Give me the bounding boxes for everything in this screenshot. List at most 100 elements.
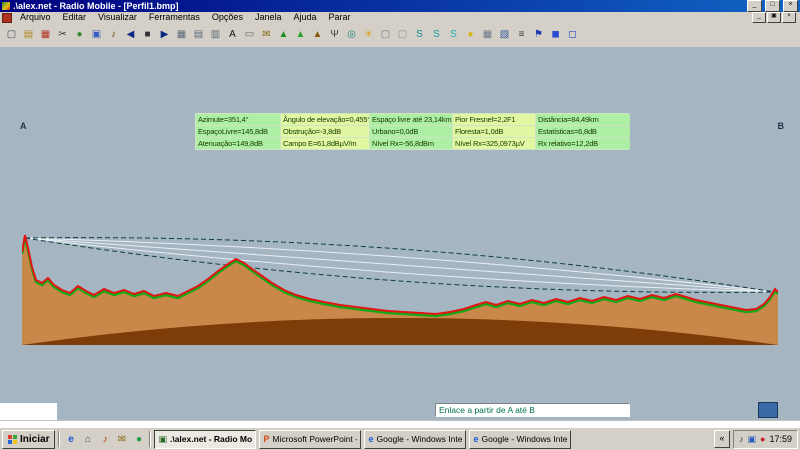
menu-item[interactable]: Janela xyxy=(249,12,288,23)
stat-e-field: Campo E=61,8dBµV/m xyxy=(281,138,369,149)
matrix-icon[interactable]: ▦ xyxy=(479,25,496,45)
nav-stop-icon[interactable]: ■ xyxy=(139,25,156,45)
taskbar-clock[interactable]: 17:59 xyxy=(769,434,792,444)
new-file-icon[interactable]: ▢ xyxy=(3,25,20,45)
page-copy-icon[interactable]: ▢ xyxy=(394,25,411,45)
volume-icon[interactable]: ♪ xyxy=(739,434,744,445)
stat-distance: Distância=84,49km xyxy=(536,114,630,125)
task-button-google-1[interactable]: e Google - Windows Intern... xyxy=(364,430,466,449)
map-relief-icon[interactable]: ▲ xyxy=(292,25,309,45)
route-3-icon[interactable]: S xyxy=(445,25,462,45)
outlook-icon[interactable]: ✉ xyxy=(114,432,129,447)
task-button-google-2[interactable]: e Google - Windows Intern... xyxy=(469,430,571,449)
task-label: Microsoft PowerPoint - [... xyxy=(272,434,357,444)
mail-icon[interactable]: ✉ xyxy=(258,25,275,45)
menu-item[interactable]: Editar xyxy=(57,12,93,23)
sun-icon[interactable]: ☀ xyxy=(360,25,377,45)
windows-logo-icon xyxy=(8,435,17,444)
stat-elevation: Ângulo de elevação=0,455° xyxy=(281,114,369,125)
child-restore-button[interactable]: ▣ xyxy=(767,12,781,23)
child-window-icon xyxy=(2,13,12,23)
globe-icon[interactable]: ● xyxy=(71,25,88,45)
task-button-powerpoint[interactable]: P Microsoft PowerPoint - [... xyxy=(259,430,361,449)
start-label: Iniciar xyxy=(20,434,49,445)
show-desktop-icon[interactable]: ⌂ xyxy=(80,432,95,447)
open-folder-icon[interactable]: ▤ xyxy=(20,25,37,45)
fresnel-zone-lines xyxy=(25,238,775,292)
map-green-icon[interactable]: ▲ xyxy=(275,25,292,45)
status-left-panel xyxy=(0,403,57,420)
minimize-button[interactable]: _ xyxy=(747,0,762,12)
stat-rx-level-uv: Nível Rx=325,0973µV xyxy=(453,138,535,149)
window-title: .\alex.net - Radio Mobile - [Perfil1.bmp… xyxy=(13,0,744,12)
route-1-icon[interactable]: S xyxy=(411,25,428,45)
link-statistics-table: Azimute=351,4° Ângulo de elevação=0,455°… xyxy=(195,113,629,150)
start-button[interactable]: Iniciar xyxy=(2,430,55,449)
close-button[interactable]: × xyxy=(783,0,798,12)
blue-tool-icon[interactable]: ◼ xyxy=(547,25,564,45)
stat-worst-fresnel: Pior Fresnel=2,2F1 xyxy=(453,114,535,125)
menu-item[interactable]: Parar xyxy=(323,12,357,23)
stat-forest: Floresta=1,0dB xyxy=(453,126,535,137)
nav-back-icon[interactable]: ◀ xyxy=(122,25,139,45)
menu-item[interactable]: Ferramentas xyxy=(143,12,206,23)
taskbar-separator xyxy=(149,431,151,447)
flag-icon[interactable]: ⚑ xyxy=(530,25,547,45)
map-window-icon[interactable]: ▧ xyxy=(496,25,513,45)
route-2-icon[interactable]: S xyxy=(428,25,445,45)
stat-urban: Urbano=0,0dB xyxy=(370,126,452,137)
stat-free-space: Espaço livre até 23,14km xyxy=(370,114,452,125)
coverage-icon[interactable]: ◎ xyxy=(343,25,360,45)
picture-icon[interactable]: ▣ xyxy=(88,25,105,45)
task-button-radio-mobile[interactable]: ▣ .\alex.net - Radio Mobil... xyxy=(154,430,256,449)
stat-azimuth: Azimute=351,4° xyxy=(196,114,280,125)
site-b-label: B xyxy=(778,121,785,131)
child-close-button[interactable]: × xyxy=(782,12,796,23)
menu-item[interactable]: Visualizar xyxy=(92,12,143,23)
task-label: .\alex.net - Radio Mobil... xyxy=(170,434,252,444)
taskbar-separator xyxy=(58,431,60,447)
site-a-label: A xyxy=(20,121,27,131)
antenna-icon[interactable]: Ψ xyxy=(326,25,343,45)
ie-icon: e xyxy=(368,434,373,444)
node-icon[interactable]: ● xyxy=(462,25,479,45)
column-view-icon[interactable]: ▥ xyxy=(207,25,224,45)
maximize-button[interactable]: □ xyxy=(765,0,780,12)
title-bar: .\alex.net - Radio Mobile - [Perfil1.bmp… xyxy=(0,0,800,12)
map-terrain-icon[interactable]: ▲ xyxy=(309,25,326,45)
menu-item[interactable]: Arquivo xyxy=(14,12,57,23)
network-tray-icon[interactable]: ▣ xyxy=(748,434,757,445)
ie-icon[interactable]: e xyxy=(63,432,78,447)
menu-bar: Arquivo Editar Visualizar Ferramentas Op… xyxy=(0,12,800,23)
status-message: Enlace a partir de A até B xyxy=(435,403,630,417)
stat-obstruction: Obstrução=-3,8dB xyxy=(281,126,369,137)
sound-icon[interactable]: ♪ xyxy=(105,25,122,45)
page-white-icon[interactable]: ▢ xyxy=(377,25,394,45)
media-player-icon[interactable]: ♪ xyxy=(97,432,112,447)
grid-view-icon[interactable]: ▦ xyxy=(173,25,190,45)
levels-icon[interactable]: ≡ xyxy=(513,25,530,45)
blue-frame-icon[interactable]: ◻ xyxy=(564,25,581,45)
tray-overflow-button[interactable]: « xyxy=(714,430,730,448)
quick-launch: e ⌂ ♪ ✉ ● xyxy=(63,432,146,447)
taskbar: Iniciar e ⌂ ♪ ✉ ● ▣ .\alex.net - Radio M… xyxy=(0,427,800,450)
ie-icon: e xyxy=(473,434,478,444)
network-icon[interactable]: ▦ xyxy=(37,25,54,45)
task-label: Google - Windows Intern... xyxy=(376,434,462,444)
child-minimize-button[interactable]: _ xyxy=(752,12,766,23)
stat-statistics: Estatísticas=6,8dB xyxy=(536,126,630,137)
text-tool-icon[interactable]: A xyxy=(224,25,241,45)
antivirus-icon[interactable]: ● xyxy=(760,434,765,445)
mdi-controls: _ ▣ × xyxy=(749,12,798,23)
cut-icon[interactable]: ✂ xyxy=(54,25,71,45)
msn-icon[interactable]: ● xyxy=(131,432,146,447)
list-view-icon[interactable]: ▤ xyxy=(190,25,207,45)
print-icon[interactable]: ▭ xyxy=(241,25,258,45)
nav-forward-icon[interactable]: ▶ xyxy=(156,25,173,45)
tray-icons: ♪ ▣ ● xyxy=(739,434,765,445)
menu-item[interactable]: Ajuda xyxy=(287,12,322,23)
menu-item[interactable]: Opções xyxy=(206,12,249,23)
stat-free-space-loss: EspaçoLivre=145,8dB xyxy=(196,126,280,137)
powerpoint-icon: P xyxy=(263,434,269,444)
stat-attenuation: Atenuação=149,8dB xyxy=(196,138,280,149)
